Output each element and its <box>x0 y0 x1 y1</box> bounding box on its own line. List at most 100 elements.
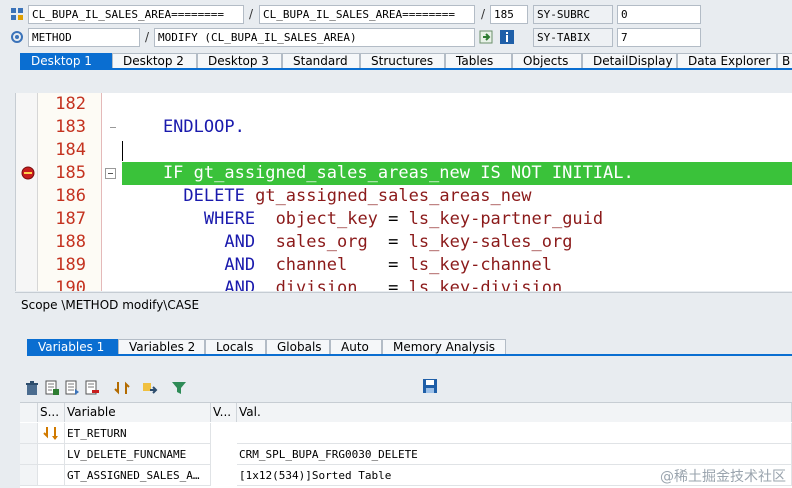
method-icon <box>9 29 25 45</box>
code-operator <box>255 232 275 252</box>
variable-name[interactable]: LV_DELETE_FUNCNAME <box>65 444 211 465</box>
code-keyword: DELETE <box>183 186 245 206</box>
column-header-variable[interactable]: Variable <box>65 403 211 422</box>
delete-variable-icon[interactable] <box>84 380 100 396</box>
scope-text: Scope \METHOD modify\CASE <box>21 298 200 312</box>
tab-detail-display[interactable]: DetailDisplay <box>582 53 677 69</box>
save-icon[interactable] <box>422 378 438 394</box>
class-icon <box>9 6 25 22</box>
source-editor[interactable]: 182 183 184 185 186 187 188 189 190 ENDL… <box>15 93 792 291</box>
line-number: 182 <box>55 94 86 114</box>
code-operator: = <box>388 255 399 275</box>
row-status <box>38 423 65 444</box>
tab-locals[interactable]: Locals <box>205 339 266 355</box>
row-selector[interactable] <box>20 465 38 486</box>
code-operator <box>398 232 408 252</box>
tab-desktop-2[interactable]: Desktop 2 <box>112 53 197 69</box>
column-header-status[interactable] <box>20 403 38 422</box>
transfer-icon[interactable] <box>142 380 158 396</box>
code-line: AND channel = ls_key-channel <box>122 254 792 277</box>
variable-value[interactable] <box>237 423 792 444</box>
row-selector[interactable] <box>20 444 38 465</box>
code-operator <box>122 232 224 252</box>
tab-memory-analysis[interactable]: Memory Analysis <box>382 339 506 355</box>
code-operator: = <box>388 209 399 229</box>
line-number: 185 <box>55 163 86 183</box>
line-number: 188 <box>55 232 86 252</box>
fold-toggle[interactable] <box>105 168 116 179</box>
column-header-value[interactable]: Val. <box>237 403 792 422</box>
sy-tabix-label: SY-TABIX <box>533 28 613 47</box>
code-keyword: AND <box>224 255 256 275</box>
tab-auto[interactable]: Auto <box>330 339 382 355</box>
text-cursor <box>122 141 123 161</box>
copy-variable-icon[interactable] <box>64 380 80 396</box>
code-operator: = <box>388 278 399 291</box>
code-operator <box>398 255 408 275</box>
tab-objects[interactable]: Objects <box>512 53 582 69</box>
code-identifier: division <box>275 278 358 291</box>
separator: / <box>481 7 486 21</box>
tab-standard[interactable]: Standard <box>282 53 360 69</box>
watermark: @稀土掘金技术社区 <box>660 469 786 485</box>
code-identifier: object_key <box>275 209 378 229</box>
include-name-field[interactable]: CL_BUPA_IL_SALES_AREA======== <box>259 5 475 24</box>
code-operator <box>378 209 388 229</box>
code-operator <box>255 278 275 291</box>
class-name-field[interactable]: CL_BUPA_IL_SALES_AREA======== <box>28 5 244 24</box>
code-operator <box>122 278 224 291</box>
tab-b[interactable]: B <box>777 53 792 69</box>
tab-data-explorer[interactable]: Data Explorer <box>677 53 777 69</box>
tab-structures[interactable]: Structures <box>360 53 445 69</box>
sy-subrc-value[interactable]: 0 <box>617 5 701 24</box>
info-icon[interactable] <box>499 29 515 45</box>
variable-value[interactable]: CRM_SPL_BUPA_FRG0030_DELETE <box>237 444 792 465</box>
desktop-tab-strip: Desktop 1 Desktop 2 Desktop 3 Standard S… <box>20 53 792 69</box>
column-header-v[interactable]: V... <box>211 403 237 422</box>
tab-desktop-1[interactable]: Desktop 1 <box>20 53 112 69</box>
code-operator <box>122 255 224 275</box>
sy-tabix-value[interactable]: 7 <box>617 28 701 47</box>
tab-underline <box>20 68 792 70</box>
code-identifier: ls_key-sales_org <box>408 232 573 252</box>
event-name-field[interactable]: MODIFY (CL_BUPA_IL_SALES_AREA) <box>154 28 475 47</box>
code-operator <box>122 209 204 229</box>
code-keyword: WHERE <box>203 209 256 229</box>
row-selector[interactable] <box>20 423 38 444</box>
code-operator <box>245 186 255 206</box>
variable-name[interactable]: ET_RETURN <box>65 423 211 444</box>
code-identifier: ls_key-division <box>408 278 563 291</box>
variables-tab-underline <box>27 354 792 356</box>
line-number-field[interactable]: 185 <box>490 5 528 24</box>
tab-variables-1[interactable]: Variables 1 <box>27 339 118 355</box>
sort-icon[interactable] <box>114 380 130 396</box>
variable-name[interactable]: GT_ASSIGNED_SALES_A… <box>65 465 211 486</box>
new-variable-icon[interactable] <box>44 380 60 396</box>
line-number: 184 <box>55 140 86 160</box>
separator: / <box>249 7 254 21</box>
code-line: AND sales_org = ls_key-sales_org <box>122 231 792 254</box>
scope-bar: Scope \METHOD modify\CASE <box>15 292 792 316</box>
sy-subrc-label: SY-SUBRC <box>533 5 613 24</box>
code-operator <box>255 255 275 275</box>
code-keyword: AND <box>224 232 256 252</box>
trash-icon[interactable] <box>24 380 40 396</box>
variables-tab-strip: Variables 1 Variables 2 Locals Globals A… <box>27 339 506 355</box>
breakpoint-icon[interactable] <box>20 165 36 181</box>
column-header-s[interactable]: S... <box>38 403 65 422</box>
program-type-field[interactable]: METHOD <box>28 28 140 47</box>
tab-variables-2[interactable]: Variables 2 <box>118 339 205 355</box>
code-keyword: AND <box>224 278 256 291</box>
code-operator: = <box>388 232 399 252</box>
tab-desktop-3[interactable]: Desktop 3 <box>197 53 282 69</box>
code-text: IF gt_assigned_sales_areas_new IS NOT IN… <box>122 163 634 183</box>
navigate-icon[interactable] <box>479 29 495 45</box>
code-identifier: gt_assigned_sales_areas_new <box>255 186 532 206</box>
filter-icon[interactable] <box>171 380 187 396</box>
breakpoint-gutter[interactable] <box>16 93 38 291</box>
tab-globals[interactable]: Globals <box>266 339 330 355</box>
code-line: DELETE gt_assigned_sales_areas_new <box>122 185 792 208</box>
separator: / <box>145 30 150 44</box>
tab-tables[interactable]: Tables <box>445 53 512 69</box>
code-line: AND division = ls_key-division <box>122 277 792 291</box>
